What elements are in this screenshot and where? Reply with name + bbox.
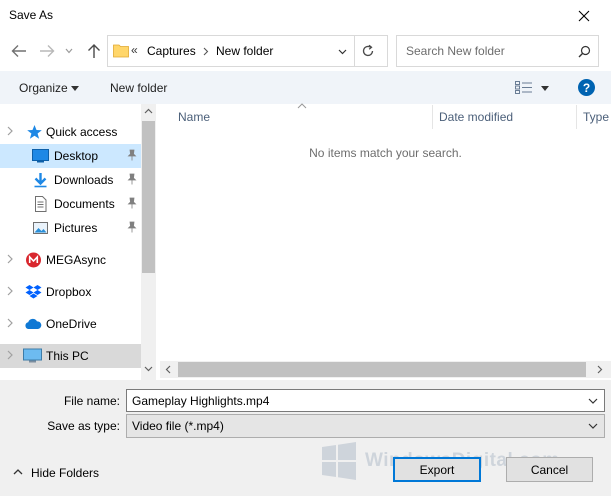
pin-icon [127,197,137,209]
organize-menu[interactable]: Organize [19,81,68,95]
nav-item-dropbox[interactable]: Dropbox [0,280,141,304]
expand-arrow-icon[interactable] [7,318,15,328]
arrow-left-icon [11,45,26,57]
save-type-dropdown-icon [588,423,598,429]
view-details-icon[interactable] [515,81,533,94]
filename-value: Gameplay Highlights.mp4 [132,394,270,408]
filename-dropdown-icon[interactable] [588,397,598,405]
expand-arrow-icon[interactable] [7,126,15,136]
nav-label: This PC [46,349,89,363]
windows-logo-icon [322,442,356,480]
help-icon: ? [582,80,591,95]
chevron-down-icon [65,48,73,54]
column-header-type[interactable]: Type [583,110,609,134]
column-header-date-modified[interactable]: Date modified [439,110,513,134]
view-dropdown-icon[interactable] [541,86,549,91]
desktop-icon [32,149,49,163]
chevron-right-icon[interactable] [203,47,209,56]
nav-label: Pictures [54,221,98,235]
mega-logo-icon [26,252,41,268]
nav-label: Downloads [54,173,114,187]
scroll-down-icon[interactable] [144,366,153,372]
nav-item-quick-access[interactable]: Quick access [0,120,141,144]
column-divider[interactable] [432,105,433,129]
column-divider[interactable] [576,105,577,129]
pin-icon [127,149,137,161]
folder-icon [113,44,129,58]
sort-ascending-icon [297,103,307,109]
title-bar: Save As [0,0,611,31]
nav-label: Documents [54,197,115,211]
picture-icon [33,222,48,234]
refresh-button[interactable] [357,41,379,61]
document-icon [35,196,47,212]
forward-button[interactable] [37,41,57,61]
scroll-up-icon[interactable] [144,108,153,114]
save-type-label: Save as type: [47,419,120,433]
organize-dropdown-icon [71,86,79,91]
star-icon [27,125,42,139]
save-type-value: Video file (*.mp4) [132,419,224,433]
hide-folders-button[interactable]: Hide Folders [31,466,99,480]
nav-label: MEGAsync [46,253,107,267]
search-box[interactable]: Search New folder [396,35,599,67]
scroll-right-icon[interactable] [597,365,603,374]
nav-label: Dropbox [46,285,92,299]
up-button[interactable] [84,41,104,61]
nav-item-onedrive[interactable]: OneDrive [0,312,141,336]
filename-input[interactable]: Gameplay Highlights.mp4 [126,389,605,412]
navigation-pane: Quick access Desktop Downloads Documents… [0,104,156,380]
nav-item-pictures[interactable]: Pictures [0,216,141,240]
nav-label: Quick access [46,125,118,139]
new-folder-button[interactable]: New folder [110,81,167,95]
nav-label: OneDrive [46,317,97,331]
breadcrumb-new-folder[interactable]: New folder [216,44,273,58]
filename-label: File name: [63,394,120,408]
breadcrumb-captures[interactable]: Captures [147,44,196,58]
help-button[interactable]: ? [578,79,595,96]
column-header-name[interactable]: Name [178,110,210,134]
empty-list-message: No items match your search. [309,146,462,160]
scroll-left-icon[interactable] [165,365,171,374]
nav-item-megasync[interactable]: MEGAsync [0,248,141,272]
address-divider [354,35,355,67]
computer-icon [23,348,42,363]
refresh-icon [362,44,374,57]
recent-locations-button[interactable] [63,41,75,61]
pin-icon [127,221,137,233]
expand-arrow-icon[interactable] [7,350,15,360]
close-icon [578,10,589,21]
address-dropdown-icon[interactable] [338,49,347,55]
search-placeholder: Search New folder [406,44,505,58]
chevron-up-icon[interactable] [13,468,23,475]
dropbox-icon [25,285,42,299]
window-title: Save As [9,8,54,22]
address-bar[interactable]: « Captures New folder [107,35,388,67]
save-type-select[interactable]: Video file (*.mp4) [126,414,605,438]
expand-arrow-icon[interactable] [7,286,15,296]
nav-item-this-pc[interactable]: This PC [0,344,141,368]
cancel-button[interactable]: Cancel [506,457,593,482]
back-button[interactable] [9,41,29,61]
download-arrow-icon [34,173,47,188]
nav-item-desktop[interactable]: Desktop [0,144,141,168]
list-horizontal-scrollbar-thumb[interactable] [178,362,586,377]
expand-arrow-icon[interactable] [7,254,15,264]
cloud-icon [25,318,42,329]
nav-item-documents[interactable]: Documents [0,192,141,216]
search-icon [578,45,591,58]
arrow-up-icon [88,44,100,58]
nav-scrollbar-thumb[interactable] [142,121,155,273]
export-button[interactable]: Export [393,457,481,482]
close-button[interactable] [556,0,611,31]
nav-item-downloads[interactable]: Downloads [0,168,141,192]
breadcrumb-overflow[interactable]: « [131,43,138,57]
pin-icon [127,173,137,185]
arrow-right-icon [40,45,55,57]
nav-label: Desktop [54,149,99,163]
